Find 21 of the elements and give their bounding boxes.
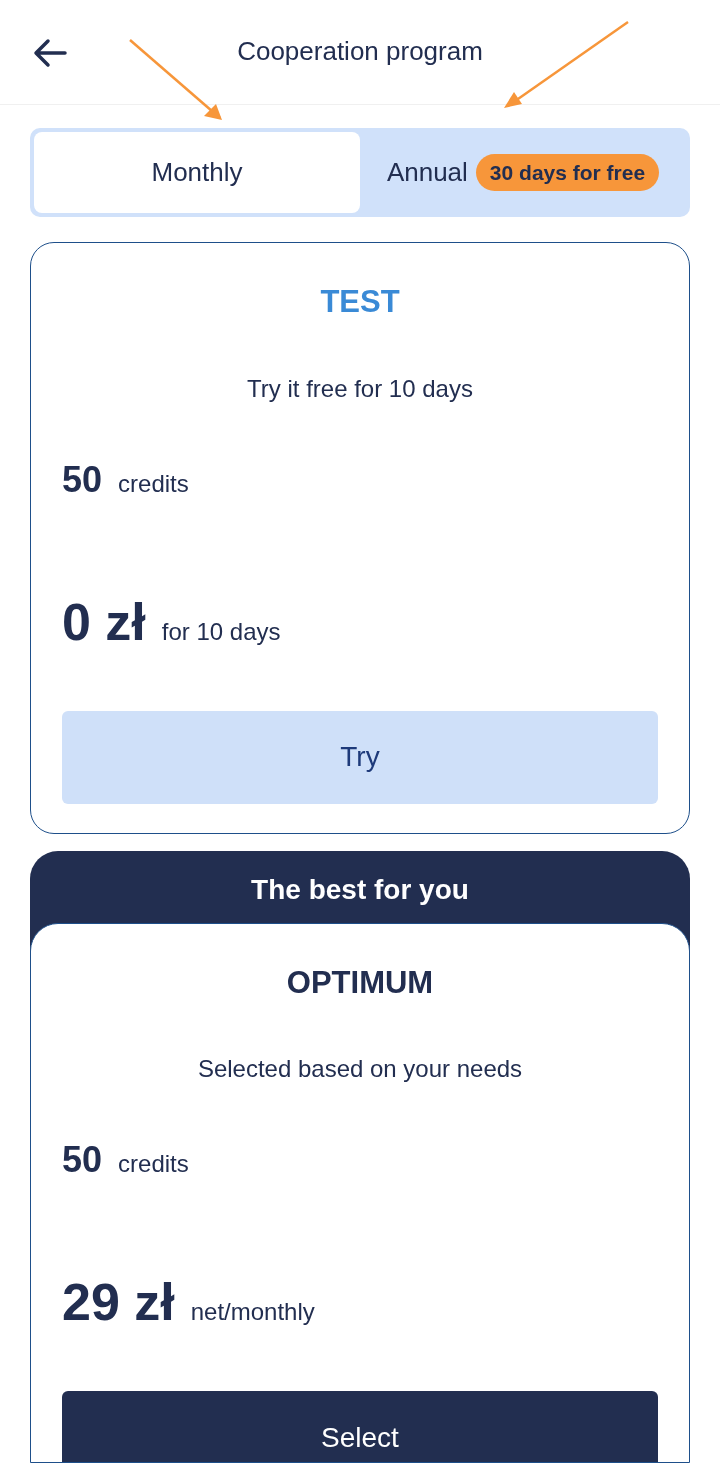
banner-title: The best for you (251, 872, 469, 905)
plan-price: 0 zł (62, 591, 146, 653)
price-note: net/monthly (190, 1297, 315, 1327)
plan-description: Selected based on your needs (196, 1054, 524, 1084)
price-note: for 10 days (161, 616, 281, 647)
billing-tab[interactable]: Annual 30 days for free (360, 132, 686, 213)
back-arrow-icon (33, 38, 67, 68)
plan-price: 29 zł (62, 1272, 175, 1333)
credits-label: credits (118, 1149, 189, 1179)
credits-label: credits (118, 468, 189, 499)
credits-amount: 50 (62, 1138, 103, 1182)
billing-tab[interactable]: Monthly (34, 132, 360, 213)
plan-button[interactable]: Try (62, 710, 658, 804)
plan-button[interactable]: Select (62, 1391, 658, 1462)
tab-label: Annual (386, 156, 468, 189)
plan-description: Try it free for 10 days (246, 373, 474, 404)
plan-name: OPTIMUM (285, 963, 435, 1002)
plan-name: TEST (319, 283, 401, 321)
credits-amount: 50 (62, 457, 103, 502)
promo-badge: 30 days for free (475, 153, 660, 192)
page-title: Cooperation program (237, 34, 483, 68)
